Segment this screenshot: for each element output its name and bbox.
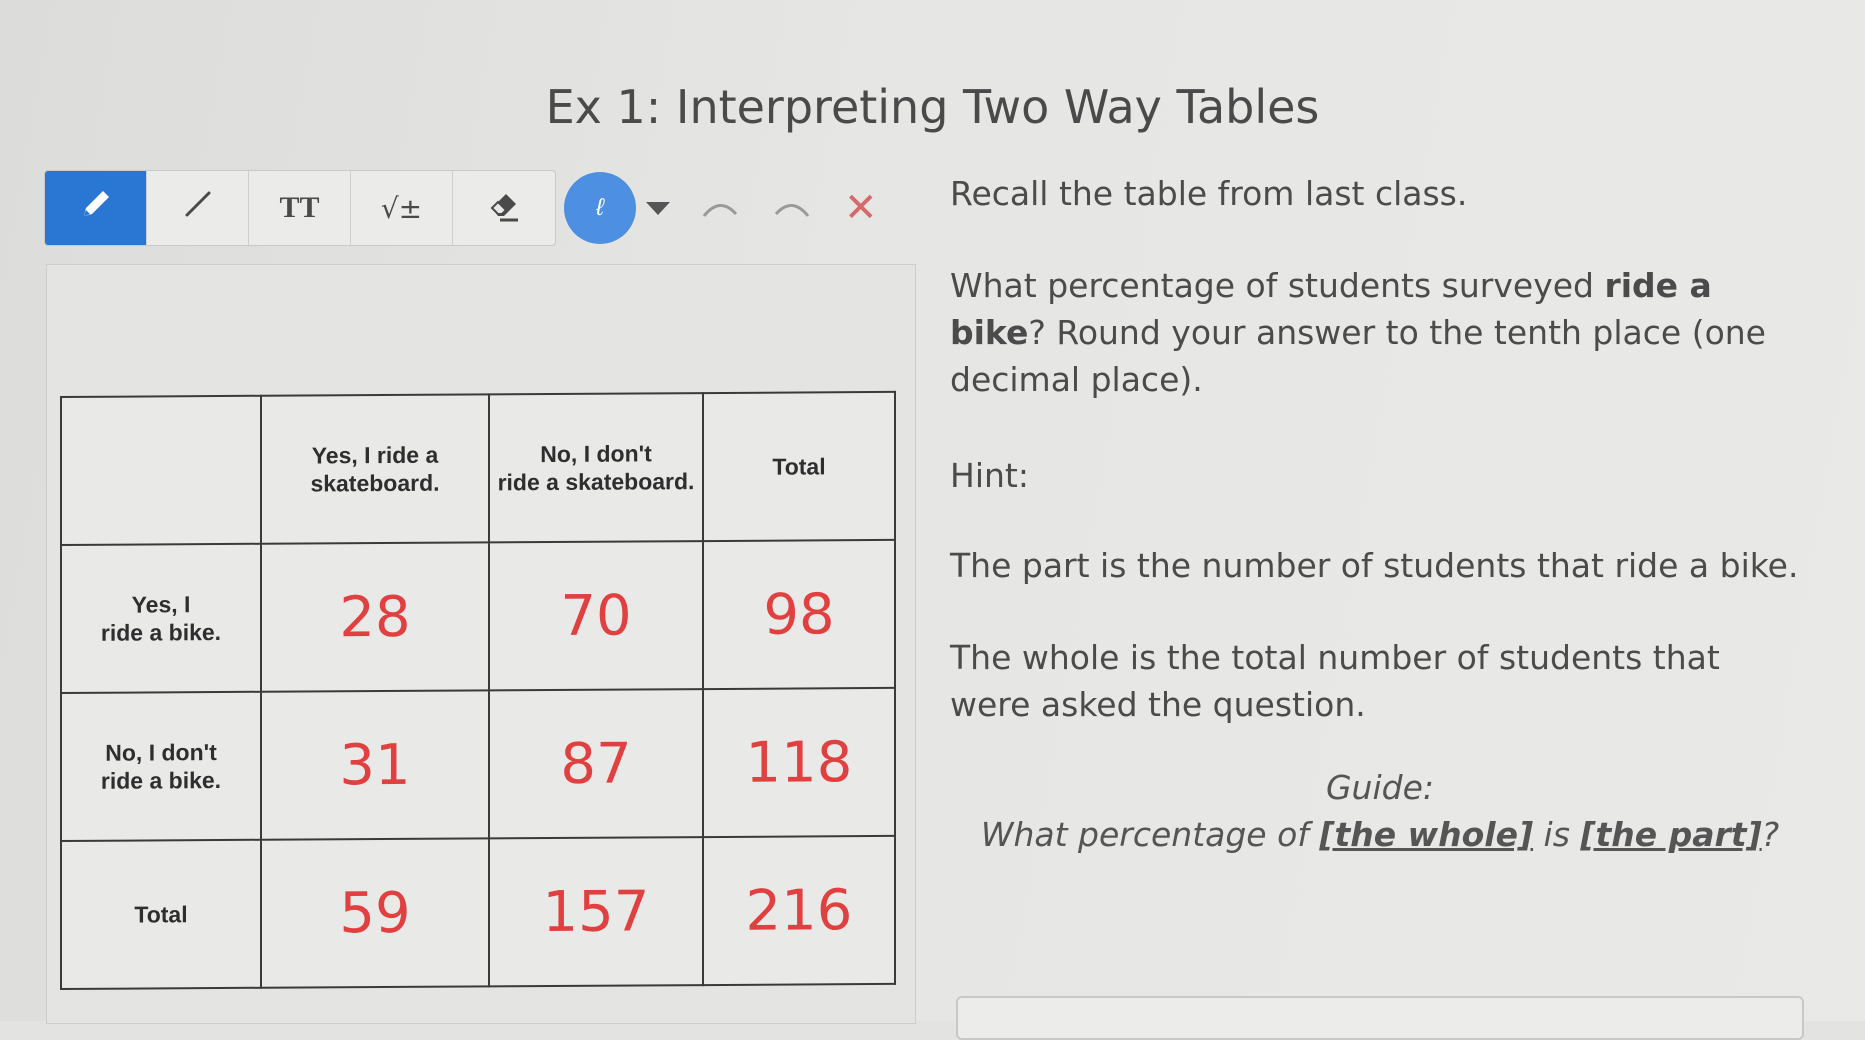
undo-icon bbox=[702, 204, 738, 217]
table-cell: 59 bbox=[261, 838, 489, 988]
row-label-line: ride a bike. bbox=[100, 767, 222, 794]
table-cell: 87 bbox=[489, 689, 703, 839]
table-row: No, I don't ride a bike. 31 87 118 bbox=[61, 687, 895, 841]
tool-group: TT √± bbox=[44, 170, 556, 246]
chevron-down-icon[interactable] bbox=[646, 201, 670, 215]
hint-label: Hint: bbox=[950, 456, 1029, 495]
text-icon: TT bbox=[279, 191, 320, 224]
question-pre: What percentage of students surveyed bbox=[950, 266, 1605, 305]
page-title: Ex 1: Interpreting Two Way Tables bbox=[545, 80, 1320, 134]
question-text: What percentage of students surveyed rid… bbox=[950, 262, 1810, 403]
row-label-line: No, I don't bbox=[105, 739, 217, 766]
header-line: ride a skateboard. bbox=[497, 468, 695, 496]
table-header-row: Yes, I ride a skateboard. No, I don't ri… bbox=[61, 391, 895, 545]
guide-label: Guide: bbox=[1325, 768, 1435, 807]
guide-sentence: What percentage of [the whole] is [the p… bbox=[950, 811, 1810, 858]
answer-input[interactable] bbox=[956, 996, 1804, 1040]
whole-text: The whole is the total number of student… bbox=[950, 638, 1720, 724]
guide-block: Guide: What percentage of [the whole] is… bbox=[950, 764, 1810, 858]
guide-part: [the part] bbox=[1580, 815, 1762, 854]
line-tool-button[interactable] bbox=[147, 171, 249, 245]
table-header-cell: Total bbox=[703, 391, 895, 542]
color-swatch-icon: ℓ bbox=[596, 194, 604, 221]
guide-mid: is bbox=[1533, 815, 1581, 854]
redo-icon bbox=[774, 204, 810, 217]
math-icon: √± bbox=[380, 191, 423, 225]
table-cell: 98 bbox=[703, 539, 895, 690]
table-cell: 70 bbox=[489, 541, 703, 691]
redo-button[interactable] bbox=[770, 186, 814, 230]
header-line: No, I don't bbox=[540, 440, 652, 468]
row-label: No, I don't ride a bike. bbox=[61, 691, 261, 841]
table-header-cell: No, I don't ride a skateboard. bbox=[489, 393, 703, 543]
recall-text: Recall the table from last class. bbox=[950, 174, 1468, 213]
row-label-line: Total bbox=[134, 901, 188, 928]
line-icon bbox=[178, 184, 218, 232]
guide-pre: What percentage of bbox=[980, 815, 1320, 854]
row-label-line: ride a bike. bbox=[100, 619, 222, 646]
header-line: Total bbox=[772, 453, 826, 480]
table-cell: 157 bbox=[489, 837, 703, 987]
row-label: Yes, I ride a bike. bbox=[61, 543, 261, 693]
undo-button[interactable] bbox=[698, 186, 742, 230]
color-picker-button[interactable]: ℓ bbox=[564, 172, 636, 244]
guide-post: ? bbox=[1761, 815, 1780, 854]
header-line: Yes, I ride a bbox=[311, 441, 439, 469]
table-header-cell bbox=[61, 395, 261, 545]
header-line: skateboard. bbox=[310, 469, 440, 497]
table-cell: 28 bbox=[261, 542, 489, 692]
drawing-toolbar: TT √± ℓ ✕ bbox=[44, 170, 878, 246]
header-line bbox=[62, 470, 260, 471]
pencil-icon bbox=[76, 184, 116, 232]
table-cell: 118 bbox=[703, 687, 895, 838]
part-text: The part is the number of students that … bbox=[950, 546, 1799, 585]
table-header-cell: Yes, I ride a skateboard. bbox=[261, 394, 489, 544]
table-cell: 31 bbox=[261, 690, 489, 840]
question-post: ? Round your answer to the tenth place (… bbox=[950, 313, 1766, 399]
eraser-icon bbox=[482, 182, 526, 234]
table-cell: 216 bbox=[703, 835, 895, 986]
row-label-line: Yes, I bbox=[131, 591, 191, 618]
text-tool-button[interactable]: TT bbox=[249, 171, 351, 245]
guide-whole: [the whole] bbox=[1319, 815, 1534, 854]
math-tool-button[interactable]: √± bbox=[351, 171, 453, 245]
table-row: Total 59 157 216 bbox=[61, 835, 895, 989]
row-label: Total bbox=[61, 839, 261, 989]
close-icon[interactable]: ✕ bbox=[844, 188, 878, 228]
eraser-tool-button[interactable] bbox=[453, 171, 555, 245]
pen-tool-button[interactable] bbox=[45, 171, 147, 245]
table-row: Yes, I ride a bike. 28 70 98 bbox=[61, 539, 895, 693]
two-way-table: Yes, I ride a skateboard. No, I don't ri… bbox=[60, 390, 896, 991]
